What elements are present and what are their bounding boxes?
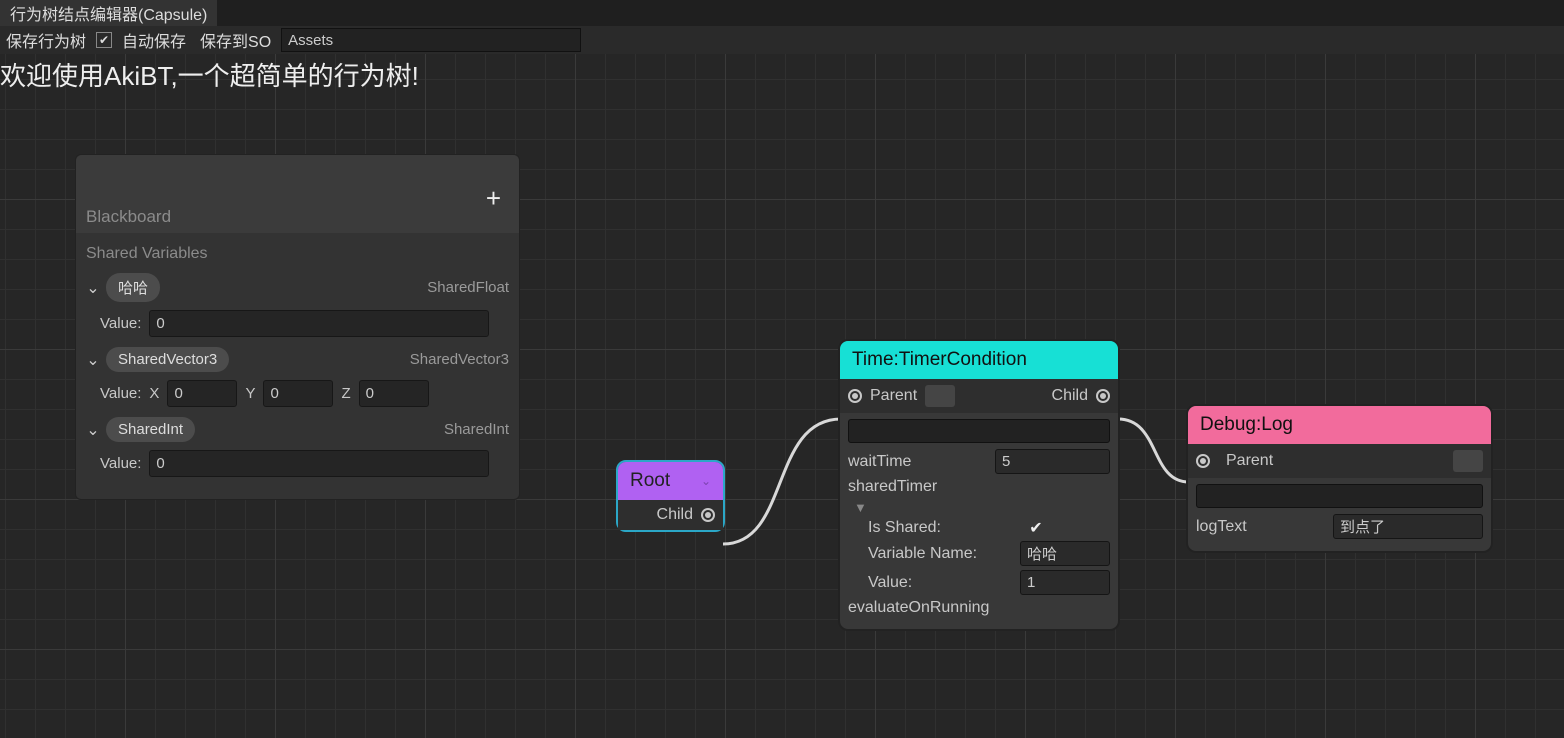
isshared-label: Is Shared: — [868, 519, 1022, 537]
parent-port-label: Parent — [870, 387, 917, 405]
editor-tab[interactable]: 行为树结点编辑器(Capsule) — [0, 0, 217, 26]
logtext-label: logText — [1196, 518, 1327, 536]
varname-label: Variable Name: — [868, 545, 1014, 563]
input-port[interactable] — [848, 389, 862, 403]
vec3-x-input[interactable] — [167, 380, 237, 407]
variable-name-pill[interactable]: SharedInt — [106, 417, 195, 442]
parent-port-label: Parent — [1226, 452, 1273, 470]
isshared-checkbox[interactable]: ✔ — [1028, 520, 1044, 536]
welcome-text: 欢迎使用AkiBT,一个超简单的行为树! — [0, 60, 419, 93]
value-label: Value: — [100, 385, 141, 402]
toolbar: 保存行为树 ✔ 自动保存 保存到SO — [0, 26, 1564, 54]
asset-path-input[interactable] — [281, 28, 581, 52]
variable-row: ⌄ SharedInt SharedInt — [86, 417, 509, 442]
varname-input[interactable] — [1020, 541, 1110, 566]
value-label: Value: — [100, 455, 141, 472]
tab-bar: 行为树结点编辑器(Capsule) — [0, 0, 1564, 26]
port-slot — [925, 385, 955, 407]
chevron-down-icon[interactable]: ⌄ — [86, 420, 100, 440]
output-port[interactable] — [1096, 389, 1110, 403]
variable-row: ⌄ SharedVector3 SharedVector3 — [86, 347, 509, 372]
auto-save-label: 自动保存 — [118, 26, 190, 54]
root-node-title[interactable]: Root ⌄ — [618, 462, 723, 500]
vec3-z-input[interactable] — [359, 380, 429, 407]
sharedtimer-label: sharedTimer — [848, 478, 1110, 496]
output-port[interactable] — [701, 508, 715, 522]
value-label: Value: — [100, 315, 141, 332]
blackboard-title: Blackboard — [86, 207, 171, 227]
variable-name-pill[interactable]: SharedVector3 — [106, 347, 229, 372]
triangle-down-icon[interactable]: ▼ — [854, 500, 1110, 515]
debug-port-row: Parent — [1188, 444, 1491, 478]
save-to-so-button[interactable]: 保存到SO — [196, 26, 275, 54]
root-child-port-row: Child — [618, 500, 723, 530]
debug-node-title[interactable]: Debug:Log — [1188, 406, 1491, 444]
child-port-label: Child — [657, 506, 693, 524]
variable-type-label: SharedVector3 — [410, 351, 509, 368]
auto-save-checkbox[interactable]: ✔ — [96, 32, 112, 48]
graph-canvas[interactable]: 欢迎使用AkiBT,一个超简单的行为树! Blackboard + Shared… — [0, 54, 1564, 738]
x-label: X — [149, 385, 159, 402]
add-variable-button[interactable]: + — [486, 183, 501, 214]
variable-type-label: SharedFloat — [427, 279, 509, 296]
waittime-label: waitTime — [848, 453, 989, 471]
port-slot — [1453, 450, 1483, 472]
chevron-down-icon[interactable]: ⌄ — [86, 350, 100, 370]
child-port-label: Child — [1052, 387, 1088, 405]
variable-row: ⌄ 哈哈 SharedFloat — [86, 273, 509, 302]
evaluate-label: evaluateOnRunning — [848, 599, 1014, 617]
timer-node-title[interactable]: Time:TimerCondition — [840, 341, 1118, 379]
node-name-input[interactable] — [848, 419, 1110, 443]
chevron-down-icon[interactable]: ⌄ — [86, 278, 100, 298]
blackboard-panel[interactable]: Blackboard + Shared Variables ⌄ 哈哈 Share… — [75, 154, 520, 500]
variable-type-label: SharedInt — [444, 421, 509, 438]
timer-port-row: Parent Child — [840, 379, 1118, 413]
chevron-down-icon[interactable]: ⌄ — [701, 474, 711, 488]
timer-condition-node[interactable]: Time:TimerCondition Parent Child waitTim… — [838, 339, 1120, 631]
y-label: Y — [245, 385, 255, 402]
logtext-input[interactable] — [1333, 514, 1483, 539]
shared-variables-label: Shared Variables — [86, 245, 509, 263]
root-node[interactable]: Root ⌄ Child — [616, 460, 725, 532]
node-name-input[interactable] — [1196, 484, 1483, 508]
float-value-input[interactable] — [149, 310, 489, 337]
blackboard-header[interactable]: Blackboard + — [76, 155, 519, 233]
save-tree-button[interactable]: 保存行为树 — [2, 26, 90, 54]
variable-name-pill[interactable]: 哈哈 — [106, 273, 160, 302]
int-value-input[interactable] — [149, 450, 489, 477]
timer-value-input[interactable] — [1020, 570, 1110, 595]
input-port[interactable] — [1196, 454, 1210, 468]
debug-log-node[interactable]: Debug:Log Parent logText — [1186, 404, 1493, 553]
timer-value-label: Value: — [868, 574, 1014, 592]
vec3-y-input[interactable] — [263, 380, 333, 407]
waittime-input[interactable] — [995, 449, 1110, 474]
z-label: Z — [341, 385, 350, 402]
